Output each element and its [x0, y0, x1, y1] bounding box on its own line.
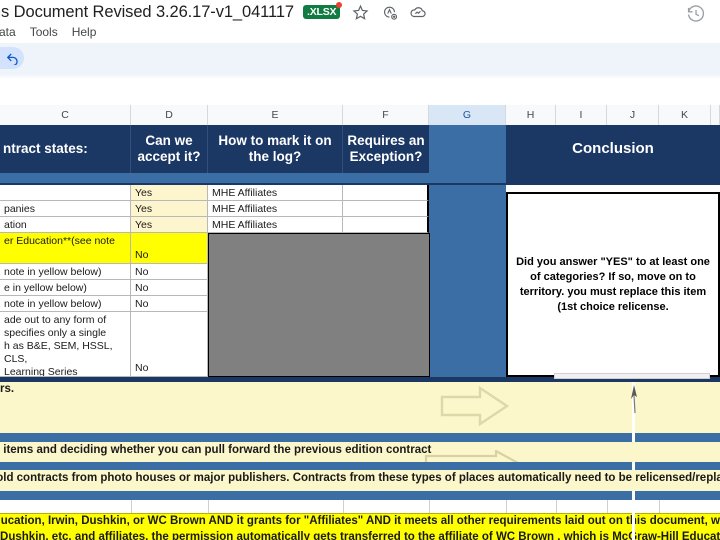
cloud-saved-icon[interactable]: [409, 3, 427, 21]
cell-c1[interactable]: [0, 185, 131, 201]
column-header-c[interactable]: C: [0, 105, 131, 125]
text-cursor-icon: [631, 385, 637, 414]
gridline: [556, 500, 557, 513]
cell-d6[interactable]: No: [131, 280, 208, 296]
section-divider-bar-2b: [635, 462, 720, 470]
column-header-k[interactable]: K: [659, 105, 711, 125]
gridline: [659, 500, 660, 513]
cell-f2[interactable]: [343, 201, 429, 217]
cell-d4[interactable]: No: [131, 233, 208, 264]
cell-d8[interactable]: No: [131, 312, 208, 377]
menu-item-tools[interactable]: Tools: [23, 23, 65, 42]
horizontal-scroll-track[interactable]: [554, 373, 710, 379]
spreadsheet-app: rms Document Revised 3.26.17-v1_041117 .…: [0, 0, 720, 540]
version-history-icon[interactable]: [686, 4, 706, 24]
column-header-d[interactable]: D: [131, 105, 208, 125]
table-header-f: Requires an Exception?: [347, 133, 425, 164]
cell-c6[interactable]: e in yellow below): [0, 280, 131, 296]
cell-f1[interactable]: [343, 185, 429, 201]
header-subband-right: [506, 173, 720, 185]
table-header-c: ntract states:: [0, 125, 131, 173]
cell-c7[interactable]: note in yellow below): [0, 296, 131, 312]
menu-item-data[interactable]: ata: [0, 23, 23, 42]
column-header-g[interactable]: G: [429, 105, 506, 125]
toolbar: [0, 43, 720, 74]
table-header-e: How to mark it on the log?: [208, 125, 343, 173]
note-affiliates-line-1: Education, Irwin, Dushkin, or WC Brown A…: [0, 515, 720, 527]
cell-c4[interactable]: er Education**(see note: [0, 233, 131, 264]
table-header-d: Can we accept it?: [131, 125, 208, 173]
sheet-grid[interactable]: ntract states: Can we accept it? How to …: [0, 125, 720, 540]
cell-e1[interactable]: MHE Affiliates: [208, 185, 343, 201]
table-header-conclusion: Conclusion: [572, 140, 654, 157]
column-header-i[interactable]: I: [556, 105, 607, 125]
conclusion-text-box[interactable]: Did you answer "YES" to at least one of …: [506, 192, 720, 377]
cell-c5[interactable]: note in yellow below): [0, 264, 131, 280]
section-divider-bar-2: [0, 462, 632, 470]
column-header-e[interactable]: E: [208, 105, 343, 125]
column-header-f[interactable]: F: [343, 105, 429, 125]
drive-add-icon[interactable]: [380, 3, 398, 21]
gridline: [208, 500, 209, 513]
cell-f3[interactable]: [343, 217, 429, 233]
cell-c3[interactable]: ation: [0, 217, 131, 233]
gridline: [131, 500, 132, 513]
gridline: [343, 500, 344, 513]
cell-e2[interactable]: MHE Affiliates: [208, 201, 343, 217]
column-header-l[interactable]: [711, 105, 720, 125]
gridline: [429, 500, 430, 513]
cell-d7[interactable]: No: [131, 296, 208, 312]
gridline: [506, 500, 507, 513]
star-icon[interactable]: [351, 3, 369, 21]
gray-merged-block[interactable]: [208, 233, 430, 377]
header-band-gap-g: [429, 125, 506, 173]
note-photohouses-text: o old contracts from photo houses or maj…: [0, 472, 720, 484]
column-header-h[interactable]: H: [506, 105, 556, 125]
document-title[interactable]: rms Document Revised 3.26.17-v1_041117: [0, 0, 294, 24]
gridline: [607, 500, 608, 513]
table-header-band: ntract states: Can we accept it? How to …: [0, 125, 720, 173]
cell-c2[interactable]: panies: [0, 201, 131, 217]
note-pullforward-text: up items and deciding whether you can pu…: [0, 444, 432, 456]
column-header-row: C D E F G H I J K: [0, 105, 720, 125]
outline-arrow-icon-1: [440, 385, 510, 427]
menu-bar: ata Tools Help: [0, 23, 720, 42]
cell-d1[interactable]: Yes: [131, 185, 208, 201]
cell-e3[interactable]: MHE Affiliates: [208, 217, 343, 233]
section-divider-bar-3b: [635, 491, 720, 500]
section-divider-bar-3: [0, 491, 632, 500]
toolbar-divider: [0, 74, 720, 79]
cell-c8[interactable]: ade out to any form of specifies only a …: [0, 312, 131, 377]
note-matters-text: tters.: [0, 383, 15, 395]
xlsx-file-type-badge: .XLSX: [303, 1, 343, 20]
toolbar-undo-button[interactable]: [0, 47, 24, 69]
frozen-pane-divider-lower: [632, 513, 635, 540]
section-divider-bar-1: [0, 433, 632, 442]
section-divider-bar-1b: [635, 433, 720, 442]
column-header-j[interactable]: J: [607, 105, 659, 125]
header-subband: [0, 173, 720, 185]
note-affiliates-line-2: to Dushkin, etc. and affiliates, the per…: [0, 531, 720, 540]
title-bar: rms Document Revised 3.26.17-v1_041117 .…: [0, 0, 720, 24]
menu-item-help[interactable]: Help: [65, 23, 104, 42]
cell-d2[interactable]: Yes: [131, 201, 208, 217]
empty-grid-row[interactable]: [0, 500, 720, 513]
cell-d3[interactable]: Yes: [131, 217, 208, 233]
cell-d5[interactable]: No: [131, 264, 208, 280]
